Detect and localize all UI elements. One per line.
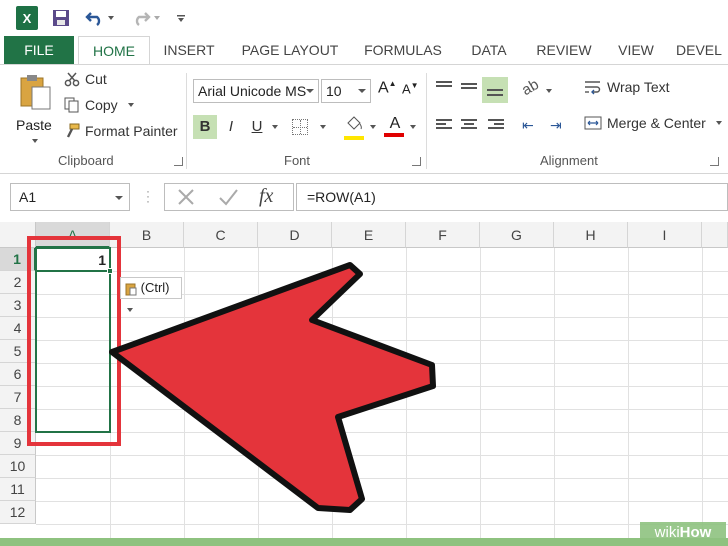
font-color-dropdown-icon[interactable] — [410, 125, 416, 129]
font-color-swatch — [384, 133, 404, 137]
ribbon: Paste Cut Copy Format Painter Clipboard … — [0, 64, 728, 174]
formula-bar: A1 · · · fx =ROW(A1) — [0, 175, 728, 221]
tab-home[interactable]: HOME — [78, 36, 150, 65]
wrap-text-label: Wrap Text — [607, 79, 670, 95]
bold-label: B — [199, 118, 211, 135]
underline-dropdown-icon[interactable] — [272, 125, 278, 129]
font-size-select[interactable]: 10 — [321, 79, 371, 103]
undo-dropdown-icon[interactable] — [106, 6, 116, 30]
align-left-icon[interactable] — [436, 119, 456, 133]
tab-data[interactable]: DATA — [462, 36, 516, 64]
merge-center-icon — [584, 116, 602, 130]
clipboard-launcher-icon[interactable] — [174, 157, 183, 166]
middle-align-icon[interactable] — [461, 83, 481, 97]
cut-button[interactable]: Cut — [64, 71, 107, 87]
merge-center-button[interactable]: Merge & Center — [584, 115, 722, 131]
tab-view[interactable]: VIEW — [612, 36, 660, 64]
alignment-launcher-icon[interactable] — [710, 157, 719, 166]
increase-font-size-icon[interactable]: A▲ — [378, 79, 397, 97]
tab-developer[interactable]: DEVEL — [676, 36, 728, 64]
copy-button[interactable]: Copy — [64, 97, 134, 113]
font-name-dropdown-icon — [306, 89, 314, 93]
merge-center-dropdown-icon[interactable] — [715, 121, 722, 125]
spreadsheet-grid[interactable]: A B C D E F G H I 1 2 3 4 5 6 7 8 9 10 1… — [0, 222, 728, 538]
enter-check-icon[interactable] — [217, 186, 239, 208]
copy-label: Copy — [85, 97, 118, 113]
watermark-how: How — [679, 524, 712, 541]
formula-buttons: fx — [164, 183, 294, 211]
bold-button[interactable]: B — [193, 115, 217, 139]
undo-icon[interactable] — [84, 6, 106, 30]
wrap-text-button[interactable]: Wrap Text — [584, 79, 670, 95]
cancel-icon[interactable] — [175, 186, 197, 208]
font-group-label: Font — [284, 153, 311, 168]
formula-bar-grip-icon: · · · — [146, 184, 150, 208]
group-separator — [186, 73, 187, 169]
wikihow-watermark: wikiHow — [640, 522, 726, 544]
orientation-icon[interactable]: ab — [519, 76, 542, 99]
clipboard-group-label: Clipboard — [58, 153, 114, 168]
font-color-icon[interactable]: A — [384, 115, 406, 139]
copy-icon — [64, 97, 79, 113]
fill-color-swatch — [344, 136, 364, 140]
align-right-icon[interactable] — [488, 119, 508, 133]
name-box-dropdown-icon — [115, 196, 123, 200]
font-name-value: Arial Unicode MS — [198, 83, 307, 99]
ribbon-tabs: FILE HOME INSERT PAGE LAYOUT FORMULAS DA… — [0, 36, 728, 65]
borders-dropdown-icon[interactable] — [320, 125, 326, 129]
merge-center-label: Merge & Center — [607, 115, 706, 131]
insert-function-icon[interactable]: fx — [259, 185, 273, 208]
bottom-strip — [0, 538, 728, 546]
increase-indent-icon[interactable]: ⇥ — [550, 117, 562, 134]
decrease-font-size-icon[interactable]: A▼ — [402, 81, 419, 96]
paste-label: Paste — [16, 117, 52, 133]
font-launcher-icon[interactable] — [412, 157, 421, 166]
font-size-dropdown-icon — [358, 89, 366, 93]
scissors-icon — [64, 72, 80, 87]
tab-review[interactable]: REVIEW — [530, 36, 598, 64]
fill-color-dropdown-icon[interactable] — [370, 125, 376, 129]
customize-qat-icon[interactable] — [174, 6, 188, 30]
borders-icon[interactable] — [292, 119, 308, 135]
paste-icon — [20, 75, 51, 110]
cut-label: Cut — [85, 71, 107, 87]
paste-button[interactable]: Paste — [14, 73, 58, 149]
tab-page-layout[interactable]: PAGE LAYOUT — [236, 36, 344, 64]
decrease-indent-icon[interactable]: ⇤ — [522, 117, 534, 134]
formula-input[interactable]: =ROW(A1) — [296, 183, 728, 211]
italic-label: I — [228, 118, 234, 135]
paintbrush-icon — [66, 123, 80, 138]
orientation-dropdown-icon[interactable] — [546, 89, 552, 93]
align-center-icon[interactable] — [461, 119, 481, 133]
redo-icon[interactable] — [130, 6, 152, 30]
watermark-wiki: wiki — [654, 524, 680, 541]
tab-insert[interactable]: INSERT — [156, 36, 222, 64]
bottom-align-icon[interactable] — [482, 77, 508, 103]
italic-button[interactable]: I — [219, 115, 243, 139]
tab-formulas[interactable]: FORMULAS — [358, 36, 448, 64]
top-align-icon[interactable] — [436, 81, 456, 95]
save-icon[interactable] — [50, 6, 72, 30]
tab-file[interactable]: FILE — [4, 36, 74, 64]
redo-dropdown-icon[interactable] — [152, 6, 162, 30]
format-painter-label: Format Painter — [85, 123, 178, 139]
underline-label: U — [251, 118, 263, 135]
red-arrow-icon — [109, 262, 436, 513]
font-size-value: 10 — [326, 83, 342, 99]
paste-dropdown-icon[interactable] — [32, 139, 38, 143]
fill-color-icon[interactable] — [344, 115, 366, 140]
underline-button[interactable]: U — [245, 115, 269, 139]
format-painter-button[interactable]: Format Painter — [64, 123, 178, 139]
group-separator — [426, 73, 427, 169]
excel-logo-icon: X — [16, 6, 38, 30]
copy-dropdown-icon[interactable] — [127, 103, 134, 107]
alignment-group-label: Alignment — [540, 153, 598, 168]
font-name-select[interactable]: Arial Unicode MS — [193, 79, 319, 103]
name-box[interactable]: A1 — [10, 183, 130, 211]
name-box-value: A1 — [19, 189, 37, 205]
quick-access-toolbar: X — [0, 0, 728, 36]
wrap-text-icon — [585, 81, 601, 95]
